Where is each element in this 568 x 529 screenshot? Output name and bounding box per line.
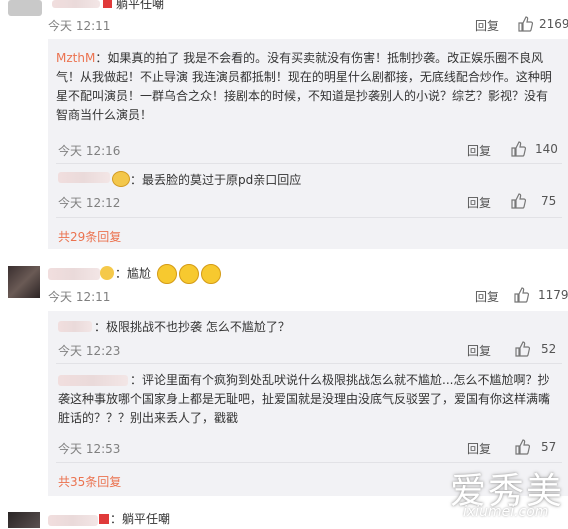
awkward-emoji-icon [156,264,177,284]
awkward-emoji-icon [200,264,221,284]
avatar[interactable] [8,0,42,16]
thumb-up-icon [518,16,534,32]
like-count: 140 [535,142,558,156]
reply-button[interactable]: 回复 [475,17,499,34]
reply-line: 智商当什么演员！ [56,108,153,122]
like-count: 2169 [539,17,568,31]
user-badge-icon [100,266,114,280]
more-replies-link[interactable]: 共29条回复 [58,228,121,245]
username-blurred[interactable] [52,0,100,8]
thumb-up-icon [515,439,531,455]
reply-time: 今天 12:16 [58,144,121,158]
like-button[interactable] [510,141,527,160]
reply-text: MzthM：如果真的拍了 我是不会看的。没有买卖就没有伤害！抵制抄袭。改正娱乐圈… [56,49,562,125]
like-button[interactable] [513,287,530,306]
reply-username[interactable]: MzthM [56,51,95,65]
user-badge-icon [99,514,109,524]
username-badge [103,0,112,8]
reply-username-blurred[interactable] [58,321,92,332]
avatar[interactable] [8,512,40,528]
reply-line: 气！从我做起！不止导演 我连演员都抵制！现在的明星什么剧都接，无底线配合炒作。这… [56,70,552,84]
watermark-url: ixiumei.com [463,504,549,520]
awkward-emoji-icon [178,264,199,284]
reply-time: 今天 12:53 [58,442,121,456]
username-blurred[interactable] [48,515,98,526]
reply-button[interactable]: 回复 [467,342,491,359]
comment-time: 今天 12:11 [48,290,111,304]
reply-username-blurred[interactable] [58,172,110,183]
like-count: 75 [541,194,557,208]
reply-button[interactable]: 回复 [467,440,491,457]
reply-button[interactable]: 回复 [475,288,499,305]
reply-separator: ： [130,173,143,187]
thumb-up-icon [511,141,527,157]
like-count: 52 [541,342,557,356]
divider [56,217,562,218]
thumb-up-icon [511,193,527,209]
like-button[interactable] [514,439,531,458]
like-button[interactable] [514,341,531,360]
like-count: 1179 [538,288,568,302]
comment-time: 今天 12:11 [48,19,111,33]
reply-body: 最丢脸的莫过于原pd亲口回应 [142,173,302,187]
reply-separator: ： [95,51,108,65]
more-replies-link[interactable]: 共35条回复 [58,473,121,490]
reply-text: ：最丢脸的莫过于原pd亲口回应 [130,171,301,190]
reply-text: ：评论里面有个疯狗到处乱吠说什么极限挑战怎么就不尴尬...怎么不尴尬啊？抄 袭这… [58,371,564,428]
username-blurred[interactable] [48,268,100,280]
comment-text: ：躺平任嘲 [110,512,171,526]
like-button[interactable] [510,193,527,212]
avatar[interactable] [8,266,40,298]
reply-button[interactable]: 回复 [467,142,491,159]
thumb-up-icon [514,287,530,303]
divider [56,363,562,364]
reply-button[interactable]: 回复 [467,194,491,211]
like-button[interactable] [517,16,534,35]
reply-line: 袭这种事放哪个国家身上都是无耻吧，扯爱国就是没理由没底气反驳罢了，爱国有你这样满… [58,392,551,406]
reply-time: 今天 12:12 [58,196,121,210]
reply-time: 今天 12:23 [58,344,121,358]
like-count: 57 [541,440,557,454]
user-badge-icon [112,171,130,187]
comment-text: ：尴尬 [115,264,221,284]
reply-line: 星不配叫演员！一群乌合之众！接剧本的时候，不知道是抄袭别人的小说？综艺？影视？没… [56,89,549,103]
thumb-up-icon [515,341,531,357]
reply-line: 如果真的拍了 我是不会看的。没有买卖就没有伤害！抵制抄袭。改正娱乐圈不良风 [107,51,544,65]
comment-body: ：尴尬 [115,266,152,281]
reply-line: ：评论里面有个疯狗到处乱吠说什么极限挑战怎么就不尴尬...怎么不尴尬啊？抄 [130,373,550,387]
reply-text: ：极限挑战不也抄袭 怎么不尴尬了？ [94,320,290,334]
reply-line: 脏话的？？？别出来丢人了，戳戳 [58,411,239,425]
divider [56,163,562,164]
comment-text: 躺平任嘲 [116,0,165,11]
